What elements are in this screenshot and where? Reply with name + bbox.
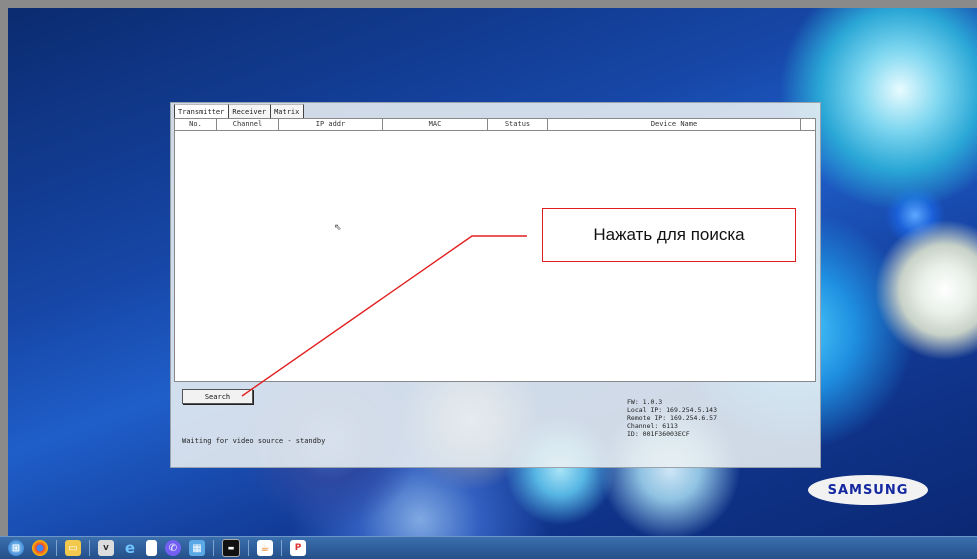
start-orb-icon[interactable]: ⊞ (8, 540, 24, 556)
column-ip-addr[interactable]: IP addr (279, 119, 383, 130)
viber-icon[interactable]: ✆ (165, 540, 181, 556)
callout-text: Нажать для поиска (593, 225, 745, 244)
terminal-icon[interactable]: ▬ (222, 539, 240, 557)
tab-bar: Transmitter Receiver Matrix (174, 104, 305, 118)
status-text: Waiting for video source - standby (182, 437, 326, 445)
device-id: ID: 001F36003ECF (627, 430, 690, 438)
app-window: Transmitter Receiver Matrix No. Channel … (170, 102, 821, 468)
callout-box: Нажать для поиска (542, 208, 796, 262)
channel: Channel: 6113 (627, 422, 678, 430)
local-ip: Local IP: 169.254.5.143 (627, 406, 718, 414)
tab-receiver[interactable]: Receiver (229, 104, 272, 118)
column-status[interactable]: Status (488, 119, 548, 130)
document-icon[interactable] (146, 540, 157, 556)
left-border (0, 8, 8, 536)
column-no[interactable]: No. (175, 119, 217, 130)
file-explorer-icon[interactable]: ▭ (65, 540, 81, 556)
taskbar-separator (281, 540, 282, 556)
paint-icon[interactable]: P (290, 540, 306, 556)
internet-explorer-icon[interactable]: e (122, 539, 138, 557)
tab-transmitter[interactable]: Transmitter (174, 104, 230, 118)
search-button[interactable]: Search (182, 389, 253, 404)
taskbar-separator (56, 540, 57, 556)
java-icon[interactable]: ☕ (257, 540, 273, 556)
vnc-icon[interactable]: V (98, 540, 114, 556)
remote-ip: Remote IP: 169.254.6.57 (627, 414, 718, 422)
table-header: No. Channel IP addr MAC Status Device Na… (175, 119, 815, 131)
taskbar-separator (213, 540, 214, 556)
samsung-logo-text: SAMSUNG (827, 482, 909, 498)
fw-version: FW: 1.0.3 (627, 398, 663, 406)
tab-matrix[interactable]: Matrix (271, 104, 305, 118)
mouse-pointer-icon: ⇖ (334, 223, 342, 233)
top-border (0, 0, 977, 8)
column-device-name[interactable]: Device Name (548, 119, 801, 130)
control-panel-icon[interactable]: ▦ (189, 540, 205, 556)
device-info: FW: 1.0.3 Local IP: 169.254.5.143 Remote… (627, 398, 717, 438)
samsung-logo: SAMSUNG (808, 475, 928, 505)
taskbar: ⊞ ▭ V e ✆ ▦ ▬ ☕ P (0, 536, 977, 559)
taskbar-separator (89, 540, 90, 556)
chrome-icon[interactable] (32, 540, 48, 556)
column-channel[interactable]: Channel (217, 119, 279, 130)
column-mac[interactable]: MAC (383, 119, 488, 130)
taskbar-separator (248, 540, 249, 556)
